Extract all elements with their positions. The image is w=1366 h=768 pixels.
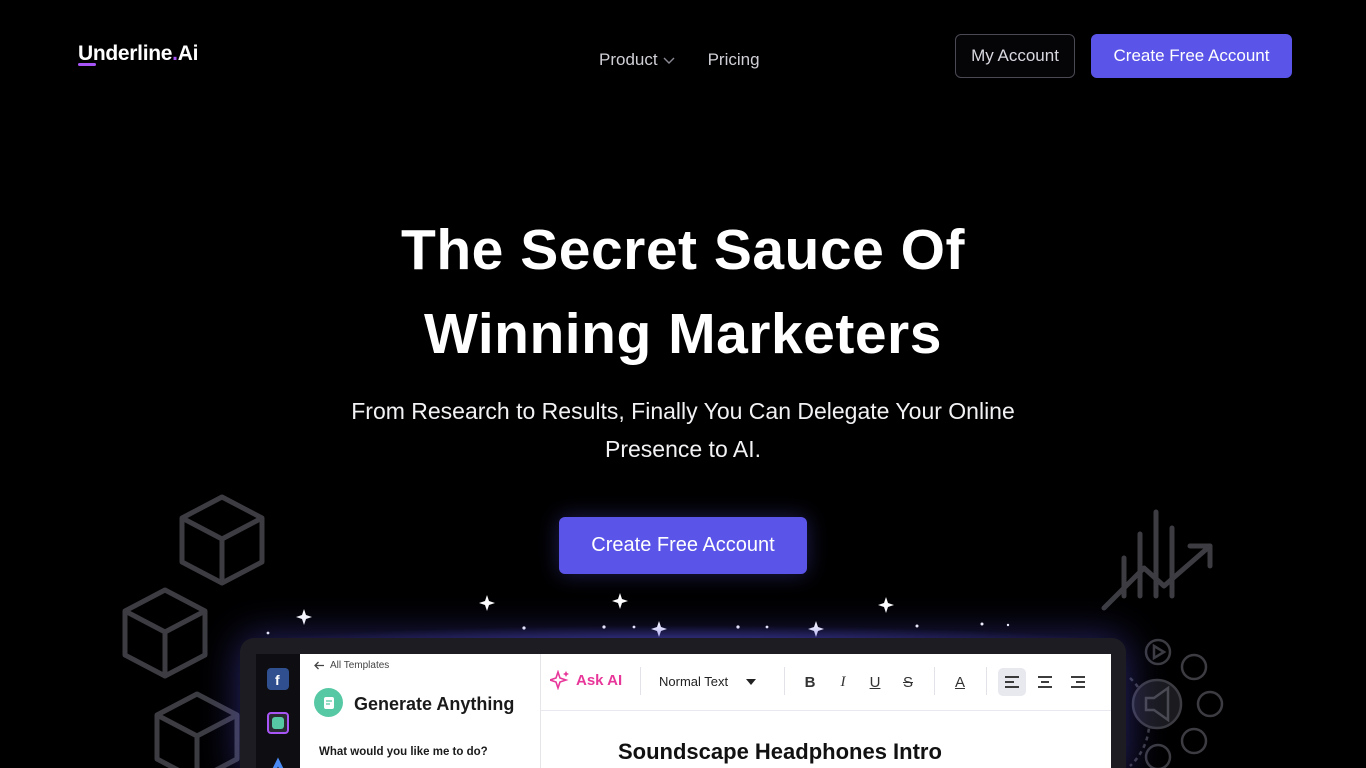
- text-style-select[interactable]: Normal Text: [659, 674, 757, 689]
- create-free-account-button[interactable]: Create Free Account: [1091, 34, 1292, 78]
- align-center-icon[interactable]: [1031, 668, 1059, 696]
- ask-ai-label: Ask AI: [576, 671, 623, 689]
- brand-suffix: Ai: [177, 42, 199, 65]
- panel-question: What would you like me to do?: [319, 746, 488, 758]
- app-preview-window: f All Templates Generate Anything What w…: [240, 638, 1126, 768]
- nav-item-product-label: Product: [599, 50, 658, 69]
- svg-text:f: f: [275, 672, 280, 688]
- align-left-icon[interactable]: [998, 668, 1026, 696]
- text-color-icon[interactable]: A: [946, 668, 974, 696]
- brand-logo[interactable]: Underline.Ai: [78, 42, 198, 66]
- chevron-down-icon: [663, 57, 675, 64]
- text-style-value: Normal Text: [659, 674, 729, 689]
- editor-toolbar: Ask AI Normal Text B I U S A: [541, 654, 1111, 711]
- nav-item-product[interactable]: Product: [599, 50, 676, 70]
- my-account-button[interactable]: My Account: [955, 34, 1075, 78]
- ask-ai-button[interactable]: Ask AI: [550, 670, 622, 690]
- facebook-icon[interactable]: f: [267, 668, 289, 690]
- template-panel: All Templates Generate Anything What wou…: [300, 654, 541, 768]
- hero-title-line-1: The Secret Sauce Of: [401, 218, 965, 282]
- strikethrough-icon[interactable]: S: [894, 668, 922, 696]
- sparkle-icon: [550, 670, 569, 690]
- toolbar-divider: [784, 667, 785, 695]
- cube-icon: [154, 691, 240, 768]
- toolbar-divider: [934, 667, 935, 695]
- nav-links: Product Pricing: [599, 50, 760, 70]
- hero-create-account-button[interactable]: Create Free Account: [559, 517, 807, 574]
- top-navigation: Underline.Ai Product Pricing My Account …: [0, 0, 1366, 110]
- arrow-left-icon: [314, 661, 324, 670]
- brand-name: Underline: [78, 42, 173, 65]
- panel-title: Generate Anything: [354, 694, 515, 714]
- nav-item-pricing[interactable]: Pricing: [708, 50, 760, 70]
- toolbar-divider: [640, 667, 641, 695]
- document-icon[interactable]: [267, 712, 289, 734]
- logo-underline-mark: [78, 63, 96, 66]
- all-templates-link[interactable]: All Templates: [314, 660, 389, 671]
- bold-icon[interactable]: B: [796, 668, 824, 696]
- underline-icon[interactable]: U: [861, 668, 889, 696]
- document-title[interactable]: Soundscape Headphones Intro: [618, 739, 942, 765]
- hero-subtitle: From Research to Results, Finally You Ca…: [351, 398, 1015, 462]
- megaphone-icon: [1129, 638, 1224, 768]
- italic-icon[interactable]: I: [829, 668, 857, 696]
- editor-area: Ask AI Normal Text B I U S A Soundscape …: [541, 654, 1111, 768]
- toolbar-divider: [986, 667, 987, 695]
- hero-title-line-2: Winning Marketers: [424, 302, 942, 366]
- generate-document-icon: [314, 688, 343, 717]
- google-ads-icon[interactable]: [267, 756, 289, 768]
- hero-title: The Secret Sauce Of Winning Marketers: [0, 208, 1366, 376]
- app-sidebar: f: [256, 654, 300, 768]
- cube-icon: [122, 587, 208, 679]
- align-right-icon[interactable]: [1064, 668, 1092, 696]
- caret-down-icon: [746, 678, 757, 685]
- cube-icon: [179, 494, 265, 586]
- all-templates-label: All Templates: [330, 660, 390, 671]
- nav-item-pricing-label: Pricing: [707, 50, 760, 69]
